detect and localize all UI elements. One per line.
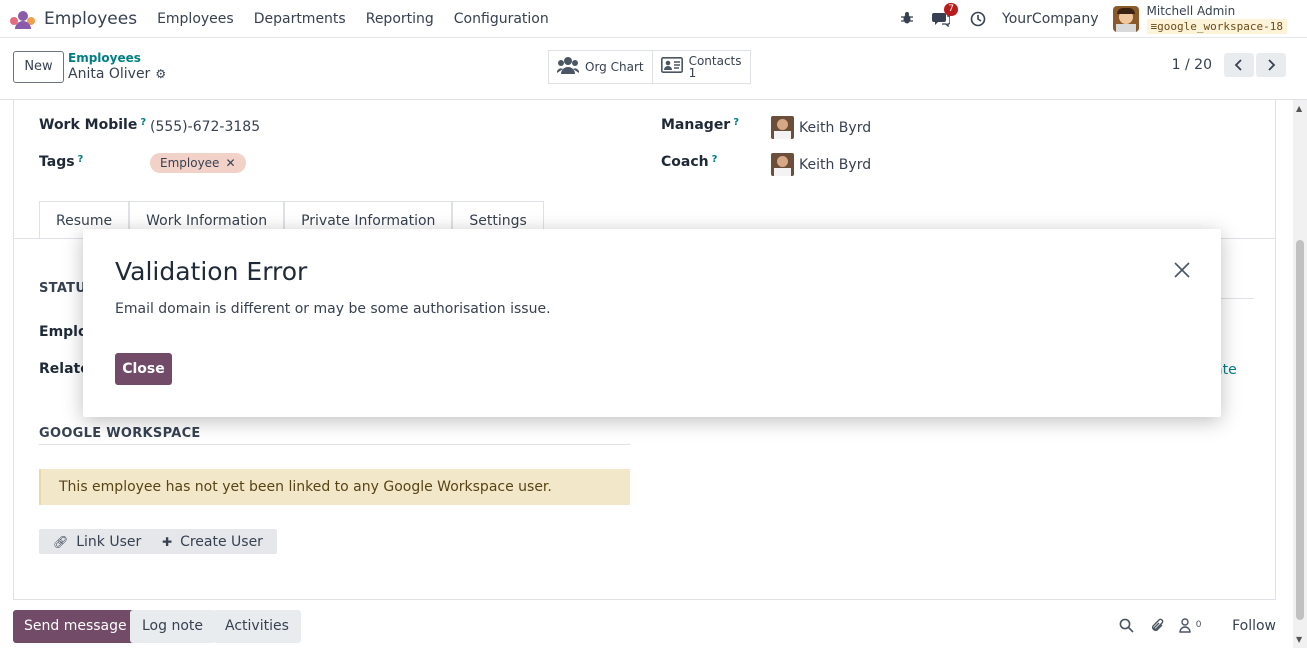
dialog-message: Email domain is different or may be some… xyxy=(115,301,551,317)
close-icon[interactable] xyxy=(1173,261,1191,279)
dialog-title: Validation Error xyxy=(115,257,308,286)
validation-error-dialog: Validation Error Email domain is differe… xyxy=(83,229,1221,417)
close-button[interactable]: Close xyxy=(115,353,172,385)
